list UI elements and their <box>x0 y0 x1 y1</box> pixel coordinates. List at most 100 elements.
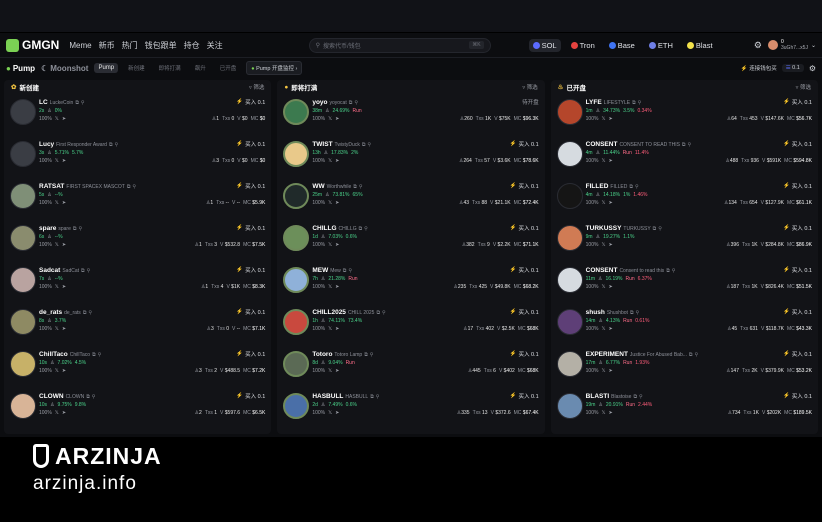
telegram-icon[interactable]: ➤ <box>608 116 612 122</box>
search-icon[interactable]: ⚲ <box>359 184 363 190</box>
token-row[interactable]: yoyo yoyocat ⧉ ⚲ 待开盘 38m ♙ 24.69% Run 10… <box>277 94 544 136</box>
quick-buy-button[interactable]: ⚡ 买入 0.1 <box>510 182 539 190</box>
token-row[interactable]: Totoro Totoro Lamp ⧉ ⚲ ⚡ 买入 0.1 8d ♙ 9.04… <box>277 346 544 388</box>
nav-holdings[interactable]: 持仓 <box>184 40 200 51</box>
telegram-icon[interactable]: ➤ <box>62 284 66 290</box>
search-icon[interactable]: ⚲ <box>638 100 642 106</box>
copy-icon[interactable]: ⧉ <box>632 100 636 106</box>
connect-wallet[interactable]: ⚡ 连接钱包买 <box>741 64 777 72</box>
token-row[interactable]: CHILL2025 CHILL 2025 ⧉ ⚲ ⚡ 买入 0.1 1h ♙ 74… <box>277 304 544 346</box>
token-row[interactable]: spare spare ⧉ ⚲ ⚡ 买入 0.1 6s ♙ --% 100% 𝕏 … <box>4 220 271 262</box>
twitter-icon[interactable]: 𝕏 <box>55 284 59 290</box>
telegram-icon[interactable]: ➤ <box>62 410 66 416</box>
quick-buy-button[interactable]: ⚡ 买入 0.1 <box>783 350 812 358</box>
filter-button[interactable]: ▿ 筛选 <box>522 83 537 91</box>
twitter-icon[interactable]: 𝕏 <box>55 242 59 248</box>
quick-buy-button[interactable]: ⚡ 买入 0.1 <box>236 182 265 190</box>
twitter-icon[interactable]: 𝕏 <box>601 326 605 332</box>
token-avatar[interactable] <box>283 183 310 209</box>
telegram-icon[interactable]: ➤ <box>335 326 339 332</box>
token-avatar[interactable] <box>10 393 36 419</box>
account-menu[interactable]: 0 3uGh7...x5J ⌄ <box>768 39 816 51</box>
tab-pump[interactable]: ● Pump <box>6 64 35 73</box>
segment-new[interactable]: 新创建 <box>124 62 149 74</box>
nav-new[interactable]: 新币 <box>99 40 115 51</box>
telegram-icon[interactable]: ➤ <box>608 368 612 374</box>
search-icon[interactable]: ⚲ <box>87 268 91 274</box>
telegram-icon[interactable]: ➤ <box>335 410 339 416</box>
logo[interactable]: GMGN <box>6 38 59 52</box>
quick-buy-button[interactable]: ⚡ 买入 0.1 <box>783 308 812 316</box>
telegram-icon[interactable]: ➤ <box>62 158 66 164</box>
copy-icon[interactable]: ⧉ <box>653 226 657 232</box>
search-icon[interactable]: ⚲ <box>376 394 380 400</box>
telegram-icon[interactable]: ➤ <box>608 326 612 332</box>
search-icon[interactable]: ⚲ <box>132 184 136 190</box>
token-row[interactable]: TWIST TwistyDuck ⧉ ⚲ ⚡ 买入 0.1 13h ♙ 17.83… <box>277 136 544 178</box>
token-row[interactable]: ChillTaco ChillTaco ⧉ ⚲ ⚡ 买入 0.1 10s ♙ 7.… <box>4 346 271 388</box>
search-icon[interactable]: ⚲ <box>635 184 639 190</box>
search-icon[interactable]: ⚲ <box>78 226 82 232</box>
search-icon[interactable]: ⚲ <box>115 142 119 148</box>
telegram-icon[interactable]: ➤ <box>335 200 339 206</box>
telegram-icon[interactable]: ➤ <box>62 116 66 122</box>
token-avatar[interactable] <box>556 225 583 251</box>
filter-button[interactable]: ▿ 筛选 <box>796 83 811 91</box>
segment-pump[interactable]: Pump <box>94 63 119 73</box>
chain-tron[interactable]: Tron <box>567 39 599 52</box>
telegram-icon[interactable]: ➤ <box>608 158 612 164</box>
twitter-icon[interactable]: 𝕏 <box>328 326 332 332</box>
twitter-icon[interactable]: 𝕏 <box>601 158 605 164</box>
quick-buy-button[interactable]: ⚡ 买入 0.1 <box>510 392 539 400</box>
quick-buy-button[interactable]: ⚡ 买入 0.1 <box>236 392 265 400</box>
telegram-icon[interactable]: ➤ <box>608 410 612 416</box>
twitter-icon[interactable]: 𝕏 <box>328 200 332 206</box>
token-avatar[interactable] <box>10 99 36 125</box>
copy-icon[interactable]: ⧉ <box>81 268 85 274</box>
search-icon[interactable]: ⚲ <box>636 310 640 316</box>
copy-icon[interactable]: ⧉ <box>343 268 347 274</box>
copy-icon[interactable]: ⧉ <box>370 394 374 400</box>
chain-base[interactable]: Base <box>605 39 639 52</box>
search-icon[interactable]: ⚲ <box>658 226 662 232</box>
token-row[interactable]: CLOWN CLOWN ⧉ ⚲ ⚡ 买入 0.1 10s ♙ 9.75% 9.8%… <box>4 388 271 430</box>
token-row[interactable]: CHILLG CHILLG ⧉ ⚲ ⚡ 买入 0.1 1d ♙ 7.03% 0.6… <box>277 220 544 262</box>
quick-buy-button[interactable]: ⚡ 买入 0.1 <box>783 182 812 190</box>
copy-icon[interactable]: ⧉ <box>73 226 77 232</box>
telegram-icon[interactable]: ➤ <box>335 116 339 122</box>
search-icon[interactable]: ⚲ <box>88 310 92 316</box>
token-row[interactable]: WW Worthwhile ⧉ ⚲ ⚡ 买入 0.1 25m ♙ 73.81% 6… <box>277 178 544 220</box>
copy-icon[interactable]: ⧉ <box>376 310 380 316</box>
token-row[interactable]: shush Shushbot ⧉ ⚲ ⚡ 买入 0.1 14m ♙ 4.13% R… <box>551 304 818 346</box>
copy-icon[interactable]: ⧉ <box>629 184 633 190</box>
twitter-icon[interactable]: 𝕏 <box>328 368 332 374</box>
quick-buy-button[interactable]: ⚡ 买入 0.1 <box>510 308 539 316</box>
copy-icon[interactable]: ⧉ <box>83 310 87 316</box>
token-avatar[interactable] <box>10 141 36 167</box>
token-avatar[interactable] <box>556 393 583 419</box>
copy-icon[interactable]: ⧉ <box>364 352 368 358</box>
search-icon[interactable]: ⚲ <box>98 352 102 358</box>
token-row[interactable]: Lucy First Responder Award ⧉ ⚲ ⚡ 买入 0.1 3… <box>4 136 271 178</box>
twitter-icon[interactable]: 𝕏 <box>601 368 605 374</box>
token-avatar[interactable] <box>283 309 310 335</box>
twitter-icon[interactable]: 𝕏 <box>55 116 59 122</box>
search-icon[interactable]: ⚲ <box>364 226 368 232</box>
nav-meme[interactable]: Meme <box>69 41 91 50</box>
search-icon[interactable]: ⚲ <box>639 394 643 400</box>
quick-buy-button[interactable]: ⚡ 买入 0.1 <box>236 224 265 232</box>
telegram-icon[interactable]: ➤ <box>608 200 612 206</box>
token-avatar[interactable] <box>283 99 310 125</box>
nav-copytrade[interactable]: 钱包跟单 <box>145 40 177 51</box>
chain-sol[interactable]: SOL <box>528 38 561 52</box>
copy-icon[interactable]: ⧉ <box>86 394 90 400</box>
copy-icon[interactable]: ⧉ <box>359 226 363 232</box>
token-avatar[interactable] <box>283 267 310 293</box>
search-icon[interactable]: ⚲ <box>367 142 371 148</box>
telegram-icon[interactable]: ➤ <box>608 284 612 290</box>
copy-icon[interactable]: ⧉ <box>682 142 686 148</box>
telegram-icon[interactable]: ➤ <box>608 242 612 248</box>
search-icon[interactable]: ⚲ <box>92 394 96 400</box>
twitter-icon[interactable]: 𝕏 <box>601 284 605 290</box>
copy-icon[interactable]: ⧉ <box>353 184 357 190</box>
